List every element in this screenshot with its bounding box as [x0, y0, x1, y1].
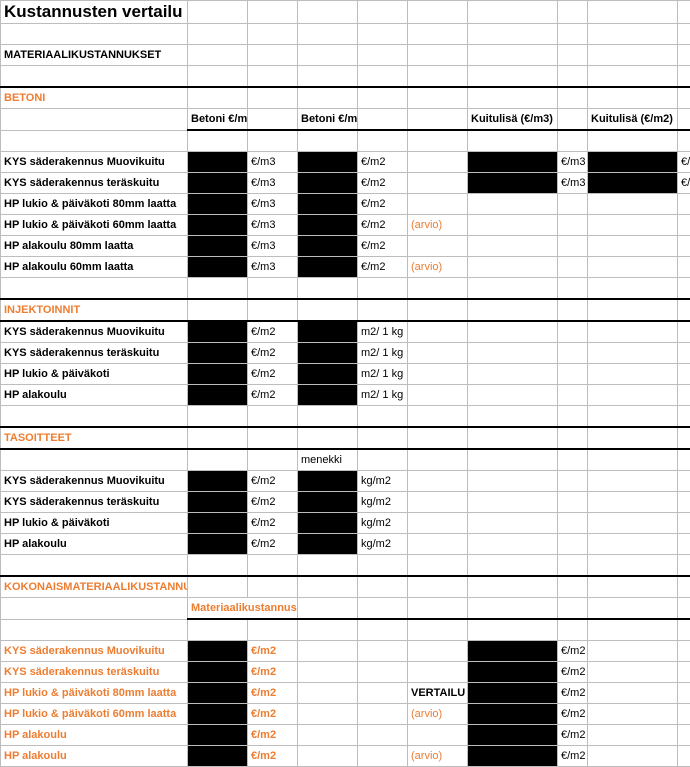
unit: €/m2 [248, 683, 298, 704]
betoni-row-label: HP alakoulu 60mm laatta [1, 257, 188, 278]
tas-row-label: HP lukio & päiväkoti [1, 513, 188, 534]
note: (arvio) [408, 746, 468, 767]
note: (arvio) [408, 215, 468, 236]
page-title: Kustannusten vertailu [1, 1, 188, 24]
unit: €/m3 [248, 173, 298, 194]
inj-row-label: HP lukio & päiväkoti [1, 364, 188, 385]
unit: m2/ 1 kg [358, 385, 408, 406]
unit: €/m3 [248, 152, 298, 173]
unit [558, 257, 588, 278]
unit: €/m3 [558, 152, 588, 173]
inj-row-label: KYS säderakennus Muovikuitu [1, 321, 188, 343]
betoni-row-label: KYS säderakennus teräskuitu [1, 173, 188, 194]
inj-row-label: KYS säderakennus teräskuitu [1, 343, 188, 364]
unit [558, 194, 588, 215]
unit: kg/m2 [358, 492, 408, 513]
tas-row-label: HP alakoulu [1, 534, 188, 555]
unit: €/m2 [678, 152, 690, 173]
unit: €/m2 [358, 194, 408, 215]
betoni-col1: Betoni €/m3 [188, 109, 248, 131]
unit: €/m2 [358, 215, 408, 236]
kok-row-label: HP alakoulu [1, 746, 188, 767]
unit: €/m2 [248, 534, 298, 555]
unit: €/m2 [248, 746, 298, 767]
note [408, 725, 468, 746]
unit [678, 215, 690, 236]
unit [678, 194, 690, 215]
note [408, 236, 468, 257]
betoni-row-label: HP lukio & päiväkoti 60mm laatta [1, 215, 188, 236]
unit: €/m2 [358, 152, 408, 173]
tasoitteet-header: TASOITTEET [1, 427, 188, 449]
betoni-col3: Kuitulisä (€/m3) [468, 109, 558, 131]
unit: €/m2 [248, 725, 298, 746]
unit: €/m2 [248, 364, 298, 385]
kok-row-label: KYS säderakennus Muovikuitu [1, 641, 188, 662]
unit: €/m2 [248, 513, 298, 534]
menekki-label: menekki [298, 449, 358, 471]
kok-row-label: HP lukio & päiväkoti 60mm laatta [1, 704, 188, 725]
unit: €/m3 [248, 257, 298, 278]
unit: €/m2 [558, 662, 588, 683]
unit: €/m2 [678, 173, 690, 194]
unit: €/m2 [558, 683, 588, 704]
unit: €/m3 [248, 194, 298, 215]
betoni-col2: Betoni €/m2 [298, 109, 358, 131]
unit [558, 215, 588, 236]
section-material: MATERIAALIKUSTANNUKSET [1, 45, 188, 66]
kokonais-header: KOKONAISMATERIAALIKUSTANNUKSET [1, 576, 188, 598]
betoni-header: BETONI [1, 87, 188, 109]
unit: €/m3 [558, 173, 588, 194]
unit: €/m2 [248, 662, 298, 683]
note: (arvio) [408, 704, 468, 725]
unit: €/m3 [248, 215, 298, 236]
kok-row-label: KYS säderakennus teräskuitu [1, 662, 188, 683]
unit [678, 257, 690, 278]
kokonais-sub: Materiaalikustannus €/m2 [188, 598, 298, 620]
unit: €/m2 [248, 492, 298, 513]
betoni-row-label: HP alakoulu 80mm laatta [1, 236, 188, 257]
unit: m2/ 1 kg [358, 364, 408, 385]
unit: €/m2 [248, 321, 298, 343]
unit: €/m3 [248, 236, 298, 257]
inj-row-label: HP alakoulu [1, 385, 188, 406]
unit: €/m2 [558, 725, 588, 746]
unit: €/m2 [248, 385, 298, 406]
unit: €/m2 [358, 257, 408, 278]
note [408, 194, 468, 215]
note: (arvio) [408, 257, 468, 278]
unit [558, 236, 588, 257]
unit: €/m2 [358, 236, 408, 257]
unit: €/m2 [248, 471, 298, 492]
kok-row-label: HP lukio & päiväkoti 80mm laatta [1, 683, 188, 704]
note [408, 641, 468, 662]
betoni-row-label: KYS säderakennus Muovikuitu [1, 152, 188, 173]
injektoinnit-header: INJEKTOINNIT [1, 299, 188, 321]
unit: kg/m2 [358, 471, 408, 492]
note [408, 662, 468, 683]
unit: kg/m2 [358, 513, 408, 534]
note [408, 152, 468, 173]
unit: m2/ 1 kg [358, 321, 408, 343]
unit: €/m2 [248, 704, 298, 725]
betoni-col4: Kuitulisä (€/m2) [588, 109, 678, 131]
unit: kg/m2 [358, 534, 408, 555]
unit: €/m2 [558, 704, 588, 725]
tas-row-label: KYS säderakennus Muovikuitu [1, 471, 188, 492]
betoni-row-label: HP lukio & päiväkoti 80mm laatta [1, 194, 188, 215]
unit: €/m2 [248, 343, 298, 364]
cost-comparison-table: Kustannusten vertailu MATERIAALIKUSTANNUK… [0, 0, 690, 767]
unit: €/m2 [558, 641, 588, 662]
unit: m2/ 1 kg [358, 343, 408, 364]
kok-row-label: HP alakoulu [1, 725, 188, 746]
unit [678, 236, 690, 257]
unit: €/m2 [558, 746, 588, 767]
unit: €/m2 [358, 173, 408, 194]
unit: €/m2 [248, 641, 298, 662]
note [408, 173, 468, 194]
note: VERTAILU [408, 683, 468, 704]
tas-row-label: KYS säderakennus teräskuitu [1, 492, 188, 513]
